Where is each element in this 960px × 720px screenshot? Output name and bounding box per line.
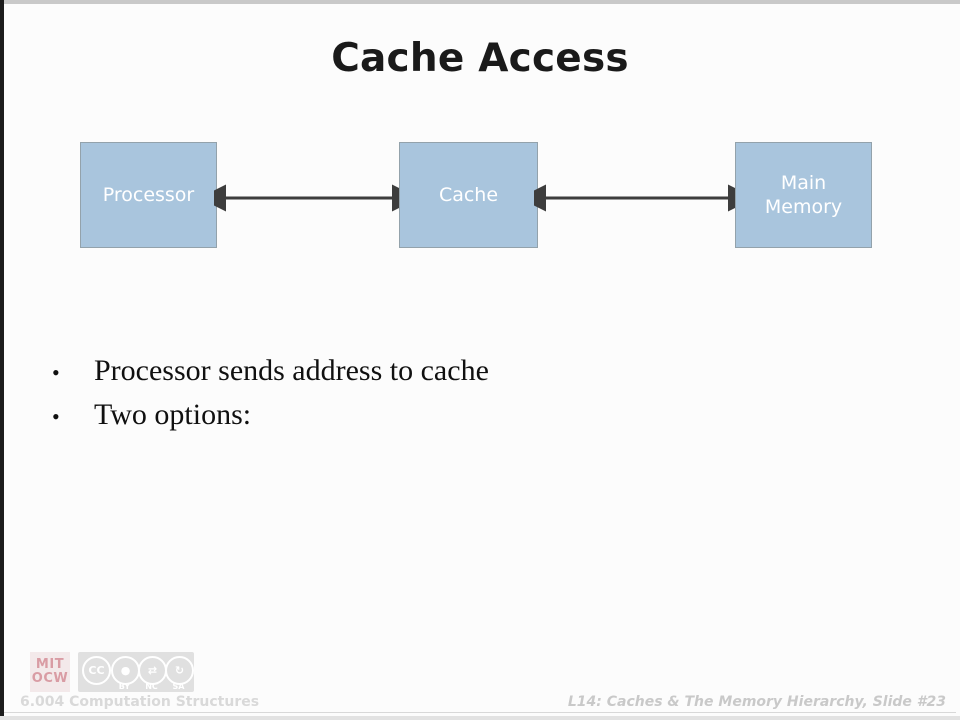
list-item-text: Processor sends address to cache (94, 354, 489, 387)
arrow-cache-main-memory (534, 184, 740, 212)
bullet-list: • Processor sends address to cache • Two… (52, 354, 852, 442)
cc-sa-icon: ↻ (165, 656, 194, 685)
mit-ocw-logo: MIT OCW (30, 652, 70, 692)
mit-ocw-logo-line1: MIT (35, 657, 65, 673)
diagram-box-cache-label: Cache (438, 183, 499, 206)
cc-by-label: BY (118, 682, 131, 691)
cc-sa-label: SA (172, 682, 185, 691)
cc-mark-icon: CC (82, 656, 111, 685)
diagram-box-main-memory: Main Memory (735, 142, 872, 248)
main-memory-line2: Memory (764, 196, 843, 218)
slide-canvas: Cache Access Processor Cache Main Memory… (0, 0, 960, 720)
cc-by-icon: ● (111, 656, 140, 685)
diagram-box-processor: Processor (80, 142, 217, 248)
diagram-box-main-memory-label: Main Memory (765, 171, 842, 220)
creative-commons-badge: CC ● ⇄ ↻ BY NC SA (78, 652, 194, 692)
video-edge-left (0, 0, 4, 720)
video-edge-top (0, 0, 960, 4)
list-item: • Processor sends address to cache (52, 354, 852, 388)
list-item-text: Two options: (94, 398, 252, 431)
page-title: Cache Access (331, 36, 629, 81)
bullet-marker-icon: • (52, 404, 60, 429)
diagram-box-cache: Cache (399, 142, 538, 248)
footer-divider (4, 712, 956, 713)
cc-nc-label: NC (145, 682, 158, 691)
list-item: • Two options: (52, 398, 852, 432)
video-edge-bottom (0, 716, 960, 720)
diagram-box-processor-label: Processor (102, 183, 195, 206)
mit-ocw-logo-line2: OCW (31, 671, 69, 686)
arrow-processor-cache (214, 184, 404, 212)
cc-nc-icon: ⇄ (138, 656, 167, 685)
bullet-marker-icon: • (52, 360, 60, 385)
footer-course-label: 6.004 Computation Structures (20, 694, 260, 710)
main-memory-line1: Main (780, 171, 827, 194)
footer-lecture-label: L14: Caches & The Memory Hierarchy, Slid… (567, 694, 946, 710)
